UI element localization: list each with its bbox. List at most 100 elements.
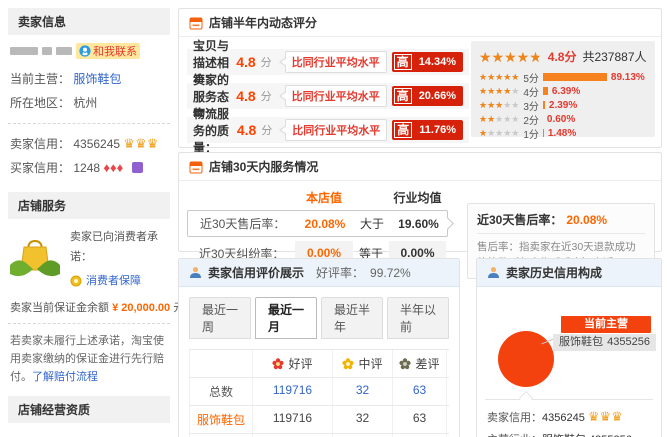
breakdown-bar	[543, 73, 607, 81]
score-row-unit: 分	[261, 54, 272, 70]
breakdown-label: 5分	[523, 70, 539, 85]
breakdown-bar	[543, 101, 545, 109]
contact-me-badge[interactable]: 和我联系	[76, 43, 140, 59]
overall-score: 4.8分	[548, 48, 577, 65]
score-row-unit: 分	[261, 88, 272, 104]
total-bad-count[interactable]: 63	[393, 378, 447, 405]
wangwang-icon	[79, 45, 91, 57]
buyer-credit-label: 买家信用：	[10, 161, 70, 175]
credit-history-header: 卖家历史信用构成	[477, 259, 661, 287]
credit-history-title: 卖家历史信用构成	[506, 264, 602, 281]
star-summary-top: ★★★★★★★★★★ 4.8分 共237887人	[479, 48, 647, 65]
region-row: 所在地区： 杭州	[8, 91, 170, 115]
score-breakdown-row: ★★★★★★★★★★ 1分 1.48%	[479, 126, 647, 140]
consumer-guarantee-link[interactable]: 消费者保障	[86, 271, 141, 291]
star-rating-icon: ★★★★★★★★★★	[479, 73, 519, 82]
service-panel-header: 店铺30天内服务情况	[179, 153, 661, 181]
tab-last-week[interactable]: 最近一周	[189, 297, 251, 339]
period-tabs: 最近一周 最近一月 最近半年 半年以前	[189, 297, 449, 339]
tooltip-value-row: 服饰鞋包 4355256	[553, 334, 656, 351]
region-value: 杭州	[73, 96, 97, 110]
higher-percent: 11.76%	[413, 124, 462, 136]
breakdown-bar	[543, 87, 548, 95]
history-industry-row: 主营行业：服饰鞋包 4355256	[487, 429, 632, 437]
divider-notch	[519, 391, 533, 405]
star-summary-box: ★★★★★★★★★★ 4.8分 共237887人 ★★★★★★★★★★ 5分 8…	[471, 41, 655, 137]
seller-username-redacted	[10, 47, 38, 55]
tooltip-title: 当前主营	[561, 316, 651, 333]
industry-compare-bubble: 比同行业平均水平	[285, 85, 387, 107]
user-icon	[189, 266, 202, 279]
qualification-header: 店铺经营资质	[8, 396, 170, 423]
total-good-count[interactable]: 119716	[253, 378, 333, 405]
score-breakdown-row: ★★★★★★★★★★ 5分 89.13%	[479, 70, 647, 84]
breakdown-label: 2分	[523, 112, 539, 127]
credit-history-panel: 卖家历史信用构成 当前主营 服饰鞋包 4355256 卖家信用：4356245 …	[476, 258, 662, 437]
industry-compare-bubble: 比同行业平均水平	[285, 119, 387, 141]
service-30day-panel: 店铺30天内服务情况 本店值 行业均值 近30天售后率： 20.08% 大于 1…	[178, 152, 662, 252]
deposit-label: 卖家当前保证金余额	[10, 302, 109, 314]
rating-count: 共237887人	[582, 48, 646, 65]
divider	[485, 399, 653, 400]
history-credit-row: 卖家信用：4356245 ♛♛♛	[487, 407, 632, 429]
seller-info-page: 卖家信息 和我联系 当前主营： 服饰鞋包 所在地区： 杭州 卖家信用： 4356…	[0, 0, 667, 437]
claim-process-link[interactable]: 了解赔付流程	[32, 371, 98, 383]
guarantee-badge-icon	[70, 275, 82, 287]
buyer-badge-icon	[132, 162, 143, 173]
score-row-value: 4.8	[236, 88, 255, 104]
breakdown-label: 3分	[523, 98, 539, 113]
row-label: 总数	[189, 378, 253, 405]
tab-last-month[interactable]: 最近一月	[255, 297, 317, 339]
score-breakdown-row: ★★★★★★★★★★ 4分 6.39%	[479, 84, 647, 98]
good-rate-value: 99.72%	[370, 266, 411, 280]
consumer-protection-block: 卖家已向消费者承诺： 消费者保障	[8, 227, 170, 291]
shop-value: 20.08%	[296, 217, 354, 231]
overall-star-rating-icon: ★★★★★★★★★★	[479, 50, 542, 64]
good-rate-label: 好评率：	[316, 264, 364, 281]
dynamic-score-rows: 宝贝与描述相符： 4.8 分 比同行业平均水平 高 14.34% 卖家的服务态度…	[187, 49, 469, 143]
service-panel-title: 店铺30天内服务情况	[209, 158, 318, 175]
row-label: 服饰鞋包	[189, 406, 253, 433]
neutral-rating-icon	[342, 358, 354, 370]
rating-table-header: 好评 中评 差评	[189, 350, 449, 378]
credit-rating-title: 卖家信用评价展示	[208, 264, 304, 281]
shop-value-column-header: 本店值	[295, 189, 353, 206]
history-credit-value: 4356245	[542, 412, 585, 424]
higher-than-industry-tag: 高 11.76%	[392, 120, 463, 140]
shop-service-header: 店铺服务	[8, 192, 170, 219]
crown-icon: ♛♛♛	[123, 136, 158, 151]
sidebar: 卖家信息 和我联系 当前主营： 服饰鞋包 所在地区： 杭州 卖家信用： 4356…	[8, 8, 170, 437]
score-row-value: 4.8	[237, 122, 256, 138]
category-bad-count: 63	[393, 406, 447, 433]
score-breakdown-row: ★★★★★★★★★★ 3分 2.39%	[479, 98, 647, 112]
seller-username-row: 和我联系	[10, 43, 168, 59]
dynamic-score-panel-header: 店铺半年内动态评分	[179, 9, 661, 37]
detail-title-row: 近30天售后率：20.08%	[477, 211, 645, 234]
breakdown-percent: 1.48%	[548, 128, 576, 139]
main-business-label: 当前主营：	[10, 72, 70, 86]
total-neutral-count[interactable]: 32	[333, 378, 393, 405]
breakdown-percent: 0.60%	[547, 114, 575, 125]
bad-column-label: 差评	[415, 355, 439, 372]
industry-value: 19.60%	[390, 217, 447, 231]
tab-last-half-year[interactable]: 最近半年	[321, 297, 383, 339]
promise-text: 卖家已向消费者承诺：	[70, 231, 158, 263]
credit-pie-chart	[498, 331, 554, 387]
after-sale-rate-row: 近30天售后率： 20.08% 大于 19.60%	[187, 210, 448, 237]
deposit-note: 若卖家未履行上述承诺，淘宝使用卖家缴纳的保证金进行先行赔付。了解赔付流程	[10, 332, 168, 386]
good-column-label: 好评	[288, 355, 312, 372]
main-business-link[interactable]: 服饰鞋包	[73, 72, 121, 86]
table-row-total: 总数 119716 32 63	[189, 378, 449, 406]
breakdown-label: 1分	[523, 126, 539, 141]
divider	[8, 123, 170, 124]
buyer-credit-row: 买家信用： 1248 ♦♦♦	[8, 156, 170, 180]
higher-than-industry-tag: 高 20.66%	[392, 86, 463, 106]
table-row-main-category: 服饰鞋包 119716 32 63	[189, 406, 449, 434]
star-rating-icon: ★★★★★★★★★★	[479, 129, 519, 138]
seller-username-redacted	[42, 47, 52, 55]
industry-avg-column-header: 行业均值	[389, 189, 446, 206]
credit-rating-panel: 卖家信用评价展示 好评率： 99.72% 最近一周 最近一月 最近半年 半年以前…	[178, 258, 460, 437]
user-icon	[487, 266, 500, 279]
breakdown-percent: 2.39%	[549, 100, 577, 111]
tab-before-half-year[interactable]: 半年以前	[387, 297, 449, 339]
